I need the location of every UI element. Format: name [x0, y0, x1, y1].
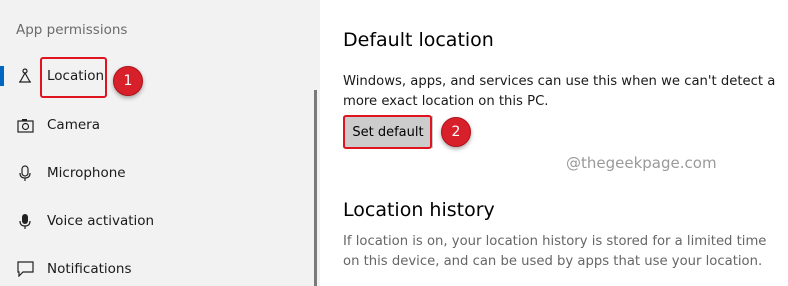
location-icon: [16, 67, 34, 85]
sidebar-item-label: Notifications: [47, 261, 132, 277]
voice-activation-icon: [16, 212, 34, 230]
step-2-badge: 2: [441, 117, 471, 147]
default-location-title: Default location: [343, 29, 494, 51]
microphone-icon: [16, 164, 34, 182]
location-highlight-box: [40, 57, 107, 98]
selection-indicator: [0, 66, 4, 86]
default-location-description: Windows, apps, and services can use this…: [343, 74, 776, 109]
sidebar-item-notifications[interactable]: Notifications: [0, 249, 310, 286]
location-history-title: Location history: [343, 199, 495, 221]
sidebar-item-label: Camera: [47, 117, 100, 133]
sidebar-item-label: Microphone: [47, 165, 126, 181]
watermark: @thegeekpage.com: [566, 154, 717, 172]
sidebar-scrollbar[interactable]: [314, 90, 317, 286]
sidebar: App permissions Location Camera Micropho…: [0, 0, 320, 286]
sidebar-item-voice-activation[interactable]: Voice activation: [0, 201, 310, 241]
camera-icon: [16, 116, 34, 134]
sidebar-heading: App permissions: [16, 22, 128, 38]
notifications-icon: [16, 260, 34, 278]
sidebar-item-label: Voice activation: [47, 213, 155, 229]
sidebar-item-camera[interactable]: Camera: [0, 105, 310, 145]
location-history-description: If location is on, your location history…: [343, 234, 767, 269]
set-default-highlight-box: [343, 115, 432, 149]
sidebar-item-microphone[interactable]: Microphone: [0, 153, 310, 193]
step-1-badge: 1: [113, 66, 143, 96]
